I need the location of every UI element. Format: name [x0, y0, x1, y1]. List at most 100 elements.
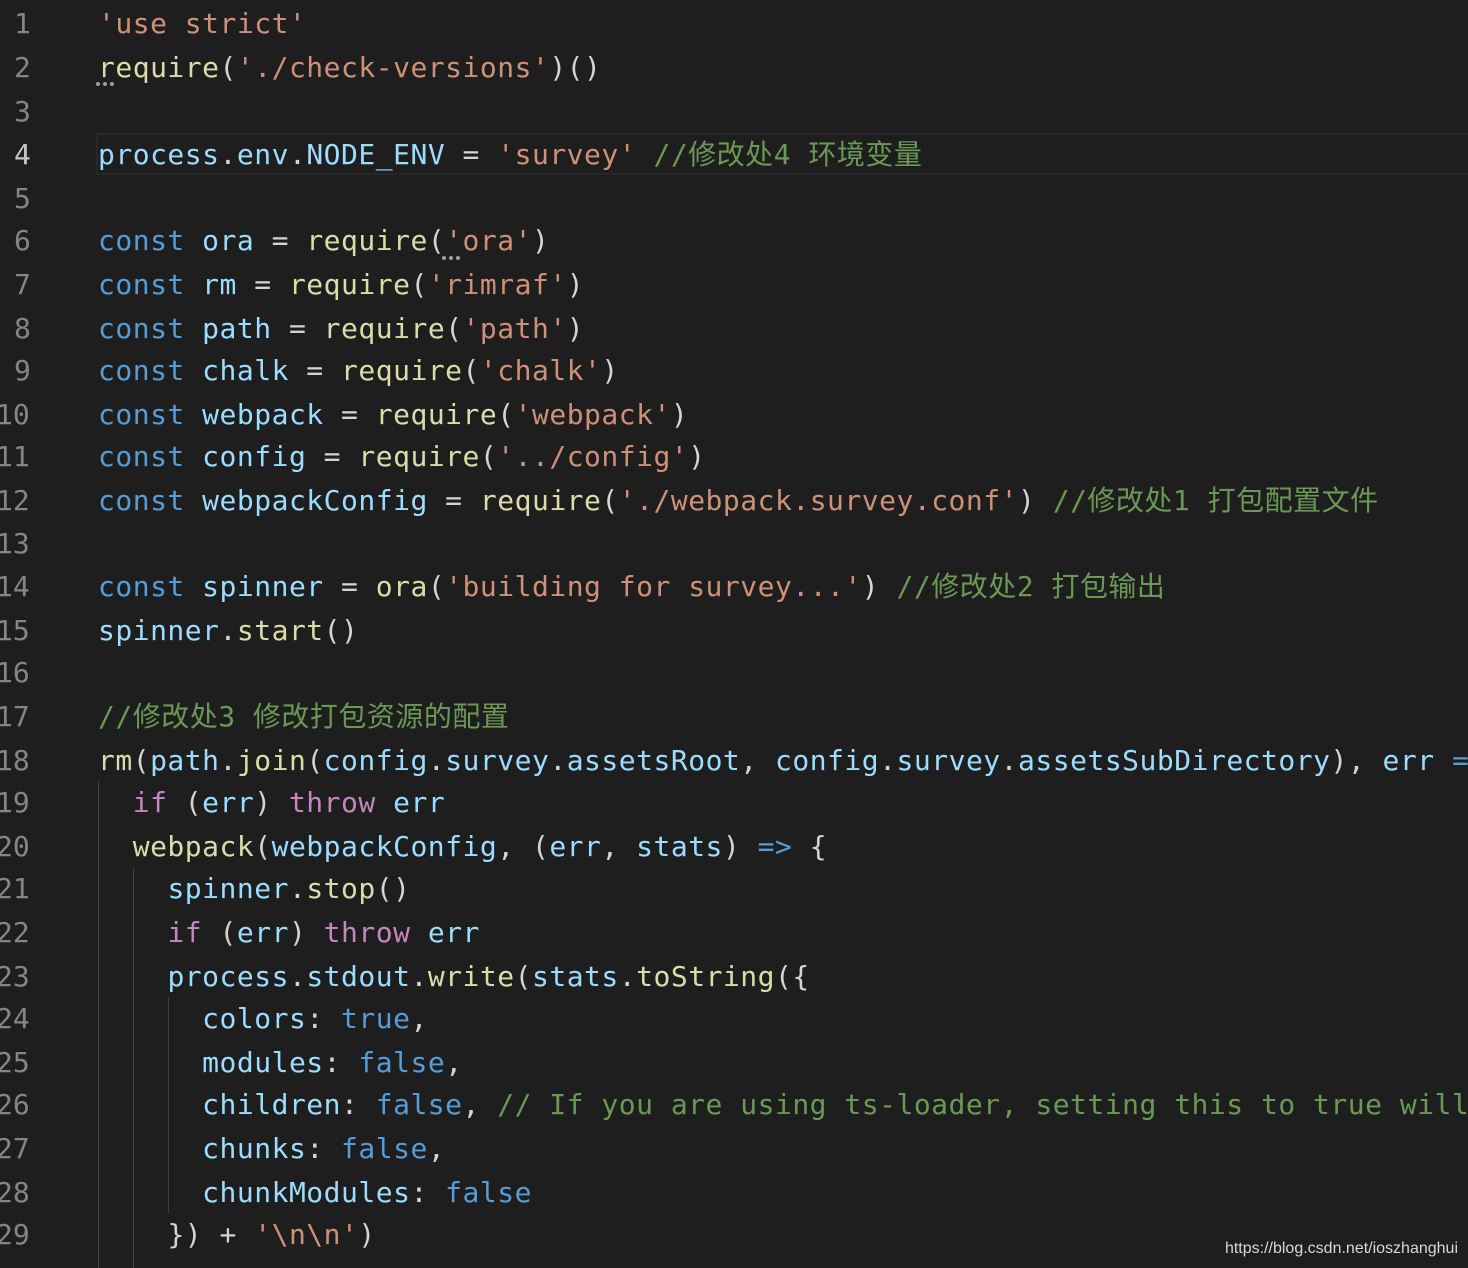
code-line[interactable]: 9 const chalk = require('chalk') [0, 349, 1468, 393]
code-text[interactable]: if (err) throw err [98, 911, 480, 955]
code-token: () [323, 614, 359, 647]
code-token: '\n\n' [254, 1218, 359, 1251]
code-token: 'chalk' [479, 354, 602, 387]
code-line[interactable]: 8 const path = require('path') [0, 307, 1468, 351]
code-token: ) [531, 224, 550, 257]
code-text[interactable]: 'use strict' [98, 2, 306, 46]
code-line[interactable]: 19 if (err) throw err [0, 781, 1468, 825]
code-token: , [445, 1046, 463, 1079]
code-token: . [618, 960, 637, 993]
code-text[interactable]: webpack(webpackConfig, (err, stats) => { [98, 825, 827, 869]
code-line[interactable]: 17 //修改处3 修改打包资源的配置 [0, 695, 1468, 739]
code-text[interactable]: const config = require('../config') [98, 435, 706, 479]
code-line[interactable]: 27 chunks: false, [0, 1127, 1468, 1171]
code-line[interactable]: 18 rm(path.join(config.survey.assetsRoot,… [0, 739, 1468, 783]
code-line[interactable]: 21 spinner.stop() [0, 867, 1468, 911]
code-line[interactable]: 2 require('./check-versions')() [0, 46, 1468, 90]
code-token: rm [202, 268, 237, 301]
code-token: if [167, 916, 203, 949]
code-line[interactable]: 10 const webpack = require('webpack') [0, 393, 1468, 437]
code-line[interactable]: 11 const config = require('../config') [0, 435, 1468, 479]
code-text[interactable]: require('./check-versions')() [98, 46, 601, 90]
code-text[interactable]: const webpack = require('webpack') [98, 393, 688, 437]
code-token: spinner [167, 872, 289, 905]
code-editor[interactable]: 1'use strict' 2 require('./check-versions'… [0, 0, 1468, 1268]
code-token: start [236, 614, 324, 647]
code-line[interactable]: 16 [0, 651, 1468, 695]
code-token: ( [514, 960, 532, 993]
indent-guide [168, 997, 169, 1213]
code-token: ( [497, 398, 515, 431]
watermark: https://blog.csdn.net/ioszhanghui [1224, 1240, 1458, 1257]
code-text[interactable]: process.stdout.write(stats.toString({ [98, 955, 810, 999]
code-text[interactable]: const webpackConfig = require('./webpack… [98, 479, 1379, 523]
code-token: 'building for survey...' [445, 570, 862, 603]
code-text[interactable]: children: false, // If you are using ts-… [98, 1083, 1468, 1127]
code-text[interactable]: chunkModules: false [98, 1171, 532, 1215]
code-token: process [167, 960, 289, 993]
code-token: . [427, 744, 446, 777]
code-token: ( [479, 440, 498, 473]
code-token: 'webpack' [514, 398, 671, 431]
code-token: . [288, 872, 307, 905]
code-line[interactable]: 28 chunkModules: false [0, 1171, 1468, 1215]
line-number: 20 [0, 830, 30, 863]
code-text[interactable]: const ora = require('ora') [98, 219, 549, 263]
code-text[interactable]: const spinner = ora('building for survey… [98, 565, 1165, 609]
code-line[interactable]: 26 children: false, // If you are using … [0, 1083, 1468, 1127]
code-line[interactable]: 7 const rm = require('rimraf') [0, 263, 1468, 307]
code-line[interactable]: 23 process.stdout.write(stats.toString({ [0, 955, 1468, 999]
code-token: = [288, 354, 342, 387]
line-number: 25 [0, 1046, 30, 1079]
code-token: . [879, 744, 897, 777]
code-token: webpack [132, 830, 255, 863]
code-text[interactable]: const rm = require('rimraf') [98, 263, 584, 307]
code-token: ( [462, 354, 480, 387]
code-token: err [236, 916, 289, 949]
code-token: ), [1330, 744, 1383, 777]
code-line[interactable]: 20 webpack(webpackConfig, (err, stats) =… [0, 825, 1468, 869]
code-line[interactable]: 15 spinner.start() [0, 609, 1468, 653]
code-token: . [288, 138, 307, 171]
code-token: = [236, 268, 289, 301]
hint-dots-icon[interactable] [96, 82, 117, 86]
code-line[interactable]: 12 const webpackConfig = require('./webpa… [0, 479, 1468, 523]
code-token: require [479, 484, 602, 517]
code-token: ( [167, 786, 203, 819]
code-text[interactable]: //修改处3 修改打包资源的配置 [98, 695, 509, 739]
code-line[interactable]: 22 if (err) throw err [0, 911, 1468, 955]
code-text[interactable]: chunks: false, [98, 1127, 445, 1171]
code-token: . [219, 138, 237, 171]
code-text[interactable]: rm(path.join(config.survey.assetsRoot, c… [98, 739, 1468, 783]
code-line[interactable]: 3 [0, 90, 1468, 134]
code-text[interactable]: colors: true, [98, 997, 428, 1041]
code-text[interactable]: const chalk = require('chalk') [98, 349, 619, 393]
code-text[interactable]: if (err) throw err [98, 781, 445, 825]
code-text[interactable]: spinner.stop() [98, 867, 410, 911]
hint-dots-icon[interactable] [442, 256, 463, 260]
code-line[interactable]: 14 const spinner = ora('building for surv… [0, 565, 1468, 609]
code-token: const [98, 398, 185, 431]
code-line[interactable]: 6 const ora = require('ora') [0, 219, 1468, 263]
code-line[interactable]: 24 colors: true, [0, 997, 1468, 1041]
code-text[interactable]: spinner.start() [98, 609, 358, 653]
code-line[interactable]: 25 modules: false, [0, 1041, 1468, 1085]
code-text[interactable]: process.env.NODE_ENV = 'survey' //修改处4 环… [98, 133, 922, 177]
line-number: 3 [14, 95, 31, 128]
code-line[interactable]: 1 'use strict' [0, 2, 1468, 46]
code-token: const [98, 440, 185, 473]
code-text[interactable]: const path = require('path') [98, 307, 584, 351]
code-line[interactable]: 13 [0, 522, 1468, 566]
code-token: ora [375, 570, 428, 603]
code-line[interactable]: 5 [0, 177, 1468, 221]
code-token: true [341, 1002, 411, 1035]
code-text[interactable]: modules: false, [98, 1041, 463, 1085]
code-token: stats [531, 960, 619, 993]
code-token: : [323, 1046, 359, 1079]
code-line[interactable]: 4 process.env.NODE_ENV = 'survey' //修改处4 … [0, 133, 1468, 177]
code-text[interactable]: }) + '\n\n') [98, 1213, 376, 1257]
code-token: => [1451, 744, 1468, 777]
